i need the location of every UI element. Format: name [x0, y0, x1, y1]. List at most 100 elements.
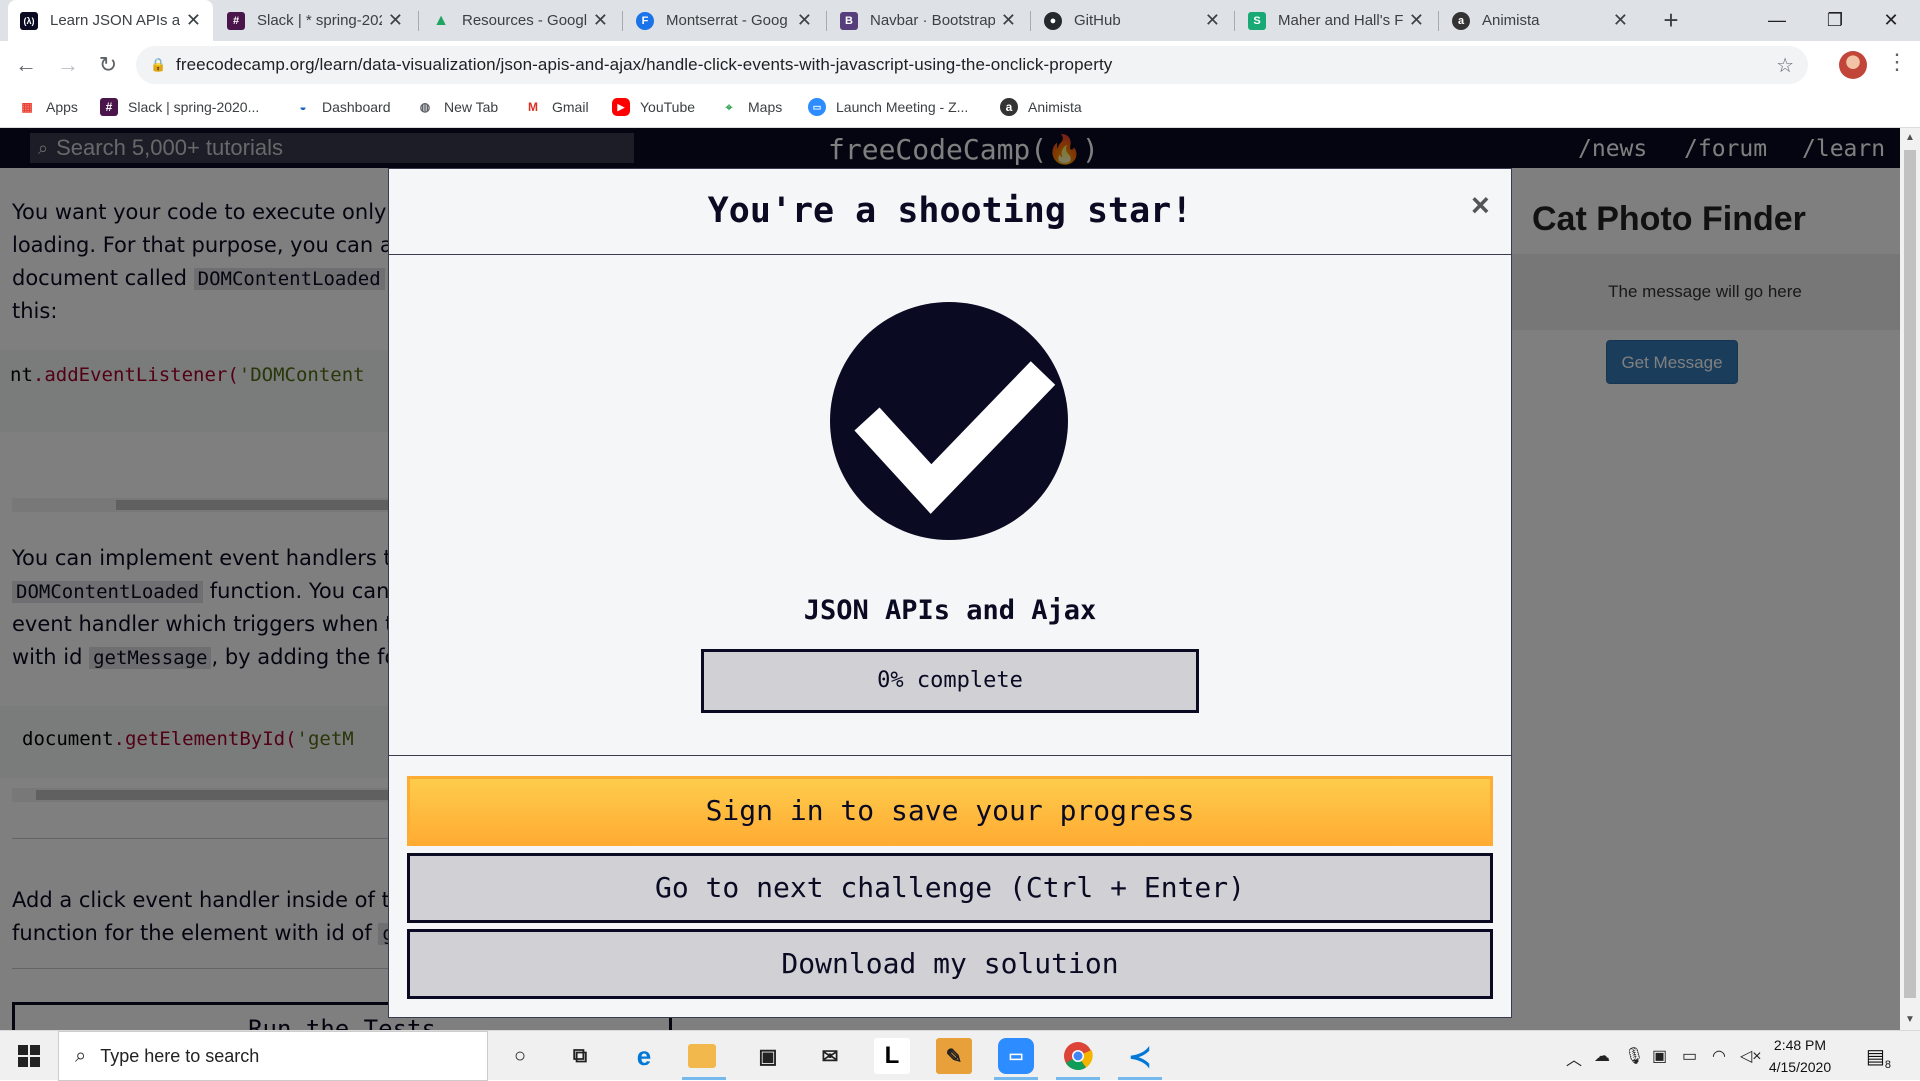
onedrive-icon[interactable]: ☁ — [1594, 1046, 1610, 1066]
file-explorer-icon[interactable] — [688, 1044, 716, 1068]
animista-icon: a — [1452, 11, 1470, 30]
google-fonts-icon: F — [636, 11, 654, 30]
bookmark-gmail[interactable]: M Gmail — [524, 98, 589, 116]
gmail-icon: M — [528, 100, 538, 114]
tab-sheets[interactable]: S Maher and Hall's F ✕ — [1236, 0, 1436, 41]
bookmarks-bar: ▦ Apps # Slack | spring-2020... ◒ Dashbo… — [0, 88, 1920, 128]
apps-grid-icon: ▦ — [21, 100, 33, 114]
bookmark-label: Gmail — [552, 99, 589, 115]
l-app-icon[interactable]: L — [874, 1038, 910, 1074]
tab-montserrat[interactable]: F Montserrat - Goog ✕ — [624, 0, 824, 41]
cortana-icon[interactable]: ○ — [502, 1038, 538, 1074]
bookmark-new-tab[interactable]: ◍ New Tab — [416, 98, 498, 116]
bookmark-dashboard[interactable]: ◒ Dashboard — [294, 98, 391, 116]
restore-icon[interactable]: ❐ — [1806, 0, 1864, 41]
bookmark-maps[interactable]: ⌖ Maps — [720, 98, 783, 116]
tab-github[interactable]: ● GitHub ✕ — [1032, 0, 1232, 41]
edge-icon[interactable]: e — [626, 1038, 662, 1074]
close-icon[interactable]: × — [1471, 189, 1490, 221]
bookmark-slack[interactable]: # Slack | spring-2020... — [100, 98, 259, 116]
freecodecamp-icon: (λ) — [20, 11, 38, 30]
bookmark-star-icon[interactable]: ☆ — [1776, 53, 1794, 78]
minimize-icon[interactable]: — — [1748, 0, 1806, 41]
vscode-icon[interactable]: ≺ — [1122, 1038, 1158, 1074]
modal-title: You're a shooting star! — [707, 191, 1193, 231]
tab-title: GitHub — [1074, 12, 1121, 29]
system-clock[interactable]: 2:48 PM 4/15/2020 — [1762, 1034, 1838, 1078]
maps-icon: ⌖ — [725, 99, 733, 114]
sign-in-button[interactable]: Sign in to save your progress — [407, 776, 1493, 846]
close-tab-icon[interactable]: ✕ — [593, 10, 608, 31]
taskbar-search-input[interactable]: ⌕ Type here to search — [58, 1031, 488, 1081]
tab-title: Slack | * spring-202 — [257, 12, 382, 29]
chrome-icon[interactable] — [1060, 1038, 1096, 1074]
lock-icon: 🔒 — [150, 57, 167, 72]
forward-icon[interactable]: → — [52, 49, 84, 81]
profile-avatar[interactable] — [1839, 51, 1867, 79]
windows-start-icon[interactable] — [0, 1031, 58, 1081]
tab-slack[interactable]: # Slack | * spring-202 ✕ — [215, 0, 415, 41]
tray-chevron-icon[interactable]: ︿ — [1566, 1046, 1582, 1070]
globe-icon: ◍ — [419, 100, 431, 114]
close-tab-icon[interactable]: ✕ — [1613, 10, 1628, 31]
download-solution-button[interactable]: Download my solution — [407, 929, 1493, 999]
slack-icon: # — [227, 11, 245, 30]
bookmark-youtube[interactable]: ▶ YouTube — [612, 98, 695, 116]
windows-taskbar: ⌕ Type here to search ○ ⧉ e ▣ ✉ L ✎ ▭ ≺ … — [0, 1030, 1920, 1081]
tab-title: Maher and Hall's F — [1278, 12, 1403, 29]
progress-bar: 0% complete — [701, 649, 1199, 713]
address-bar[interactable]: 🔒 freecodecamp.org/learn/data-visualizat… — [136, 46, 1808, 84]
task-view-icon[interactable]: ⧉ — [562, 1038, 598, 1074]
bookmark-animista[interactable]: a Animista — [1000, 98, 1082, 116]
close-tab-icon[interactable]: ✕ — [1409, 10, 1424, 31]
bookmark-apps[interactable]: ▦ Apps — [18, 98, 78, 116]
google-drive-icon: ▲ — [433, 11, 449, 29]
close-tab-icon[interactable]: ✕ — [797, 10, 812, 31]
zoom-icon[interactable]: ▭ — [998, 1038, 1034, 1074]
tab-title: Montserrat - Goog — [666, 12, 788, 29]
modal-divider — [389, 755, 1511, 756]
new-tab-button[interactable]: + — [1655, 4, 1687, 36]
volume-mute-icon[interactable]: ◁× — [1740, 1046, 1762, 1066]
wifi-icon[interactable]: ◠ — [1712, 1046, 1726, 1066]
course-title: JSON APIs and Ajax — [803, 595, 1097, 626]
bookmark-label: Animista — [1028, 99, 1082, 115]
mail-icon[interactable]: ✉ — [812, 1038, 848, 1074]
bookmark-label: Launch Meeting - Z... — [836, 99, 969, 115]
close-tab-icon[interactable]: ✕ — [1001, 10, 1016, 31]
github-icon: ● — [1044, 11, 1062, 30]
url-text: freecodecamp.org/learn/data-visualizatio… — [176, 55, 1113, 74]
battery-icon[interactable]: ▭ — [1682, 1046, 1697, 1066]
tab-resources[interactable]: ▲ Resources - Googl ✕ — [420, 0, 620, 41]
bookmark-label: YouTube — [640, 99, 696, 115]
close-tab-icon[interactable]: ✕ — [1205, 10, 1220, 31]
bookmark-label: Dashboard — [322, 99, 391, 115]
dashboard-icon: ◒ — [299, 100, 307, 114]
tab-freecodecamp[interactable]: (λ) Learn JSON APIs a ✕ — [8, 0, 213, 41]
tab-bootstrap[interactable]: B Navbar · Bootstrap ✕ — [828, 0, 1028, 41]
tab-animista[interactable]: a Animista ✕ — [1440, 0, 1640, 41]
taskbar-search-placeholder: Type here to search — [100, 1045, 260, 1066]
back-icon[interactable]: ← — [10, 49, 42, 81]
display-icon[interactable]: ▣ — [1652, 1046, 1667, 1066]
completion-modal: You're a shooting star! × JSON APIs and … — [388, 168, 1512, 1018]
menu-kebab-icon[interactable]: ⋮ — [1886, 49, 1908, 75]
notification-center-icon[interactable]: ▤8 — [1866, 1044, 1891, 1071]
bookmark-zoom[interactable]: ▭ Launch Meeting - Z... — [808, 98, 968, 116]
reload-icon[interactable]: ↻ — [92, 49, 124, 81]
close-window-icon[interactable]: ✕ — [1862, 0, 1920, 41]
next-challenge-button[interactable]: Go to next challenge (Ctrl + Enter) — [407, 853, 1493, 923]
store-icon[interactable]: ▣ — [750, 1038, 786, 1074]
close-tab-icon[interactable]: ✕ — [186, 10, 201, 31]
search-icon: ⌕ — [75, 1044, 87, 1067]
microphone-icon[interactable]: 🎙 — [1624, 1046, 1644, 1066]
paint-app-icon[interactable]: ✎ — [936, 1038, 972, 1074]
tab-title: Animista — [1482, 12, 1540, 29]
bookmark-label: Maps — [748, 99, 783, 115]
close-tab-icon[interactable]: ✕ — [388, 10, 403, 31]
zoom-icon: ▭ — [808, 98, 826, 116]
bookmark-label: New Tab — [444, 99, 499, 115]
bootstrap-icon: B — [840, 11, 858, 30]
page-scrollbar[interactable]: ▲ ▼ — [1900, 128, 1920, 1030]
animista-icon: a — [1000, 98, 1018, 116]
